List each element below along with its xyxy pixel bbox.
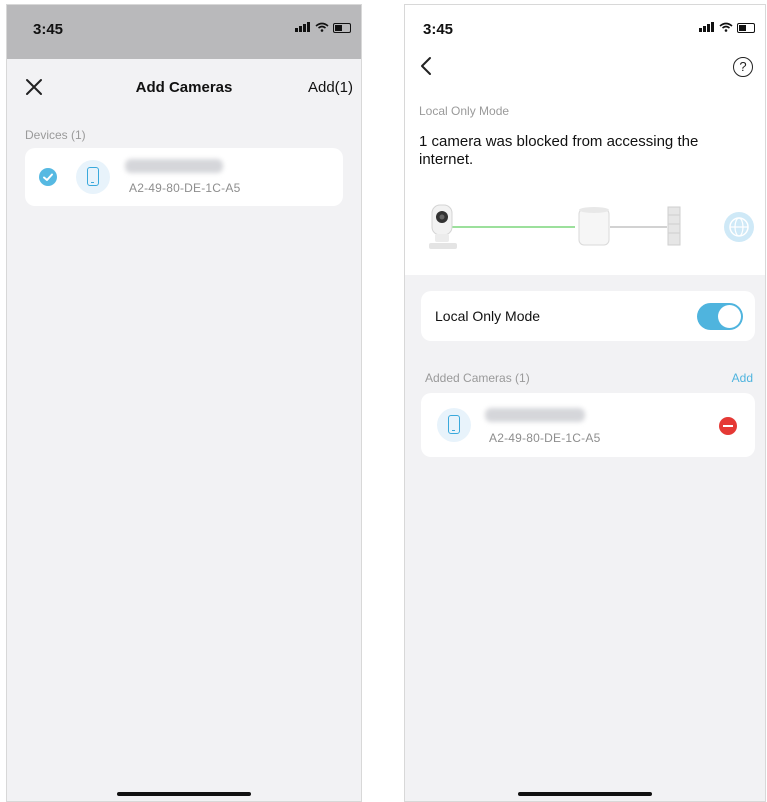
firewall-icon [667,206,681,246]
remove-icon[interactable] [719,417,737,435]
add-cameras-screen: 3:45 Add Cameras Add(1) Devices (1) A2-4… [6,4,362,802]
device-mac: A2-49-80-DE-1C-A5 [129,181,241,195]
back-icon[interactable] [419,55,433,77]
device-name-redacted [125,159,223,173]
status-time: 3:45 [423,21,454,38]
check-icon[interactable] [39,168,57,186]
added-cameras-section-label: Added Cameras (1) [425,371,530,385]
battery-icon [333,23,351,33]
local-only-mode-screen: 3:45 ? Local Only Mode 1 camera was bloc… [404,4,766,802]
phone-icon [437,408,471,442]
device-row[interactable]: A2-49-80-DE-1C-A5 [25,148,343,206]
device-mac: A2-49-80-DE-1C-A5 [489,431,601,445]
battery-icon [737,23,755,33]
network-diagram [429,204,754,249]
signal-icon [699,21,715,35]
wifi-icon [719,21,733,35]
add-cameras-sheet: Add Cameras Add(1) Devices (1) A2-49-80-… [7,60,361,801]
add-camera-link[interactable]: Add [732,371,753,385]
local-only-mode-toggle[interactable] [697,303,743,330]
phone-icon [76,160,110,194]
status-bar: 3:45 [7,5,361,59]
wifi-icon [315,21,329,35]
home-indicator [518,792,652,796]
devices-section-label: Devices (1) [25,128,86,142]
status-time: 3:45 [33,21,64,38]
router-icon [578,207,610,246]
help-icon[interactable]: ? [733,57,753,77]
signal-icon [295,21,311,35]
device-name-redacted [485,408,585,422]
toggle-label: Local Only Mode [435,308,541,324]
status-icons [699,21,755,35]
page-label: Local Only Mode [419,104,510,118]
home-indicator [117,792,251,796]
globe-icon [724,212,754,242]
blocked-message: 1 camera was blocked from accessing the … [419,133,699,168]
add-button[interactable]: Add(1) [308,79,353,96]
local-only-mode-row: Local Only Mode [421,291,755,341]
status-icons [295,21,351,35]
added-camera-row: A2-49-80-DE-1C-A5 [421,393,755,457]
